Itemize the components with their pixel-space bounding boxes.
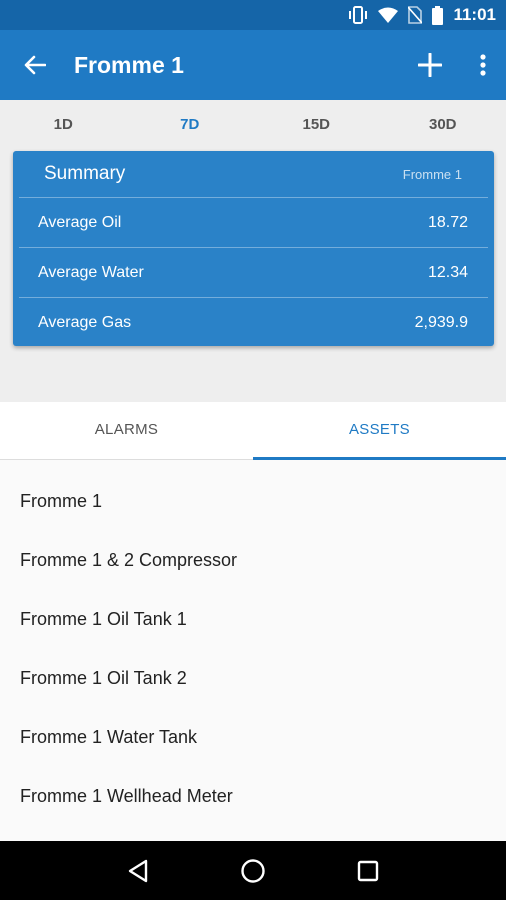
asset-list: Fromme 1 Fromme 1 & 2 Compressor Fromme …: [0, 460, 506, 841]
back-triangle-icon: [128, 859, 147, 882]
tab-assets[interactable]: ASSETS: [253, 402, 506, 460]
back-button[interactable]: [0, 30, 70, 100]
list-item[interactable]: Fromme 1 Oil Tank 2: [0, 637, 506, 696]
list-item[interactable]: Fromme 1 Water Tank: [0, 696, 506, 755]
app-bar: Fromme 1: [0, 30, 506, 100]
summary-row-label: Average Oil: [38, 213, 122, 231]
vibrate-icon: [348, 6, 368, 24]
summary-header: Summary Fromme 1: [19, 151, 488, 198]
tab-1d[interactable]: 1D: [0, 100, 127, 150]
arrow-back-icon: [24, 55, 46, 75]
summary-row-label: Average Gas: [38, 314, 132, 331]
summary-row-value: 18.72: [427, 213, 468, 231]
more-vert-icon: [480, 54, 486, 76]
home-circle-icon: [241, 858, 265, 883]
status-time: 11:01: [453, 5, 496, 24]
recents-square-icon: [358, 860, 379, 881]
nav-home-button[interactable]: [223, 841, 283, 900]
summary-row-gas: Average Gas 2,939.9: [19, 298, 488, 348]
no-sim-icon: [408, 6, 423, 24]
summary-card: Summary Fromme 1 Average Oil 18.72 Avera…: [13, 151, 494, 346]
summary-subtitle: Fromme 1: [402, 166, 462, 182]
tab-7d[interactable]: 7D: [127, 100, 254, 150]
list-item[interactable]: Fromme 1 Wellhead Meter: [0, 755, 506, 814]
status-bar: 11:01: [0, 0, 506, 30]
summary-row-value: 12.34: [427, 263, 468, 281]
summary-row-value: 2,939.9: [414, 314, 468, 331]
plus-icon: [418, 53, 442, 77]
range-tabs: 1D 7D 15D 30D: [0, 100, 506, 150]
more-options-button[interactable]: [460, 30, 506, 100]
tab-30d[interactable]: 30D: [380, 100, 506, 150]
list-item[interactable]: Fromme 1 & 2 Compressor: [0, 519, 506, 578]
nav-recents-button[interactable]: [338, 841, 398, 900]
summary-row-oil: Average Oil 18.72: [19, 198, 488, 248]
summary-title: Summary: [44, 163, 126, 184]
list-item[interactable]: Fromme 1 Oil Tank 1: [0, 578, 506, 637]
system-nav-bar: [0, 841, 506, 900]
add-button[interactable]: [400, 30, 460, 100]
main-tabs: ALARMS ASSETS: [0, 402, 506, 460]
summary-row-label: Average Water: [38, 263, 144, 281]
summary-row-water: Average Water 12.34: [19, 248, 488, 298]
page-title: Fromme 1: [74, 51, 184, 78]
battery-icon: [432, 5, 444, 25]
nav-back-button[interactable]: [108, 841, 168, 900]
tab-15d[interactable]: 15D: [253, 100, 380, 150]
list-item[interactable]: Fromme 1: [0, 460, 506, 519]
wifi-icon: [378, 7, 399, 23]
tab-alarms[interactable]: ALARMS: [0, 402, 253, 459]
